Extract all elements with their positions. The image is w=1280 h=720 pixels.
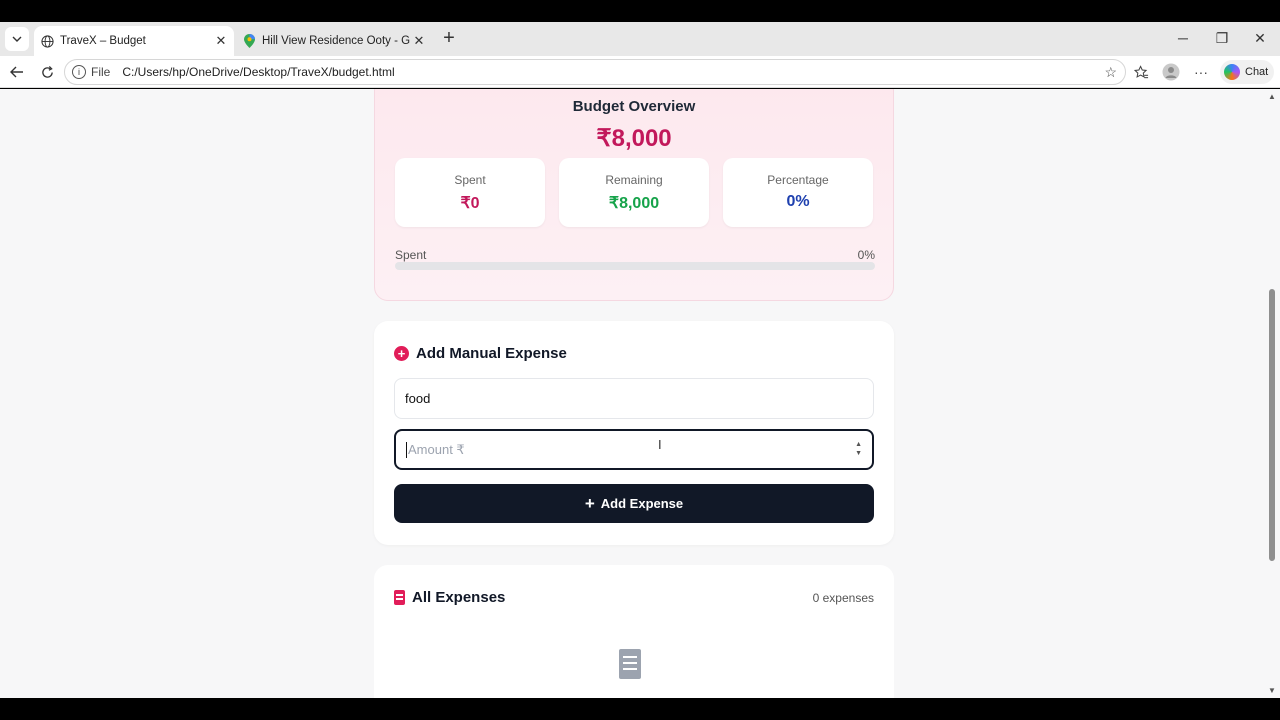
empty-receipt-icon bbox=[619, 649, 641, 679]
budget-overview-card: Budget Overview ₹8,000 Spent ₹0 Remainin… bbox=[374, 89, 894, 301]
progress-percent: 0% bbox=[857, 248, 875, 262]
new-tab-plus-icon[interactable]: + bbox=[438, 27, 460, 49]
amount-placeholder: Amount ₹ bbox=[406, 441, 465, 458]
progress-header: Spent 0% bbox=[395, 248, 875, 262]
add-expense-button-label: Add Expense bbox=[600, 496, 684, 511]
plus-icon: + bbox=[584, 493, 595, 513]
all-expenses-title: All Expenses bbox=[412, 589, 506, 606]
minimize-icon[interactable]: ─ bbox=[1172, 27, 1194, 49]
expense-name-value: food bbox=[405, 391, 431, 406]
number-spinner[interactable]: ▲ ▼ bbox=[855, 440, 862, 458]
page-scrollbar[interactable]: ▲ ▼ bbox=[1264, 89, 1280, 698]
overview-total: ₹8,000 bbox=[596, 125, 672, 152]
add-expense-button[interactable]: + Add Expense bbox=[394, 484, 874, 523]
favorites-icon[interactable] bbox=[1130, 61, 1152, 83]
all-expenses-card: All Expenses 0 expenses bbox=[374, 565, 894, 698]
stat-value: 0% bbox=[786, 193, 810, 210]
tab-travex-budget[interactable]: TraveX – Budget ✕ bbox=[34, 26, 234, 56]
add-expense-title: Add Manual Expense bbox=[416, 345, 567, 362]
copilot-icon bbox=[1224, 64, 1240, 80]
address-bar[interactable]: i File C:/Users/hp/OneDrive/Desktop/Trav… bbox=[64, 59, 1126, 85]
scroll-up-icon[interactable]: ▲ bbox=[1268, 92, 1276, 101]
expense-amount-input[interactable]: Amount ₹ I ▲ ▼ bbox=[394, 429, 874, 470]
star-icon[interactable]: ☆ bbox=[1104, 64, 1117, 81]
screen-top-bar bbox=[0, 0, 1280, 22]
chevron-down-icon bbox=[12, 36, 22, 42]
stat-percentage: Percentage 0% bbox=[723, 158, 873, 227]
stat-spent: Spent ₹0 bbox=[395, 158, 545, 227]
stat-label: Spent bbox=[454, 173, 486, 187]
budget-progress-bar bbox=[395, 262, 875, 270]
stat-value: ₹0 bbox=[460, 195, 480, 212]
close-tab-icon[interactable]: ✕ bbox=[212, 32, 230, 50]
profile-avatar-icon[interactable] bbox=[1160, 61, 1182, 83]
overview-title: Budget Overview bbox=[572, 98, 696, 115]
url-text: C:/Users/hp/OneDrive/Desktop/TraveX/budg… bbox=[122, 65, 395, 79]
tab-title: Hill View Residence Ooty - Google bbox=[262, 35, 410, 47]
copilot-chat-button[interactable]: Chat bbox=[1220, 60, 1274, 84]
add-expense-card: + Add Manual Expense food Amount ₹ I ▲ ▼ … bbox=[374, 321, 894, 545]
site-info-icon[interactable]: i bbox=[72, 65, 86, 79]
all-expenses-header: All Expenses bbox=[394, 589, 505, 606]
stat-label: Remaining bbox=[605, 173, 663, 187]
stat-value: ₹8,000 bbox=[608, 195, 660, 212]
globe-icon bbox=[40, 34, 54, 48]
progress-label: Spent bbox=[395, 248, 427, 262]
scroll-thumb[interactable] bbox=[1269, 289, 1275, 561]
receipt-icon bbox=[394, 590, 405, 605]
chat-label: Chat bbox=[1245, 66, 1269, 78]
more-menu-icon[interactable]: ··· bbox=[1190, 61, 1212, 83]
scheme-label: File bbox=[91, 65, 111, 79]
expense-name-input[interactable]: food bbox=[394, 378, 874, 419]
stat-label: Percentage bbox=[767, 173, 829, 187]
expense-count: 0 expenses bbox=[812, 591, 874, 605]
back-arrow-icon[interactable] bbox=[6, 61, 28, 83]
stat-remaining: Remaining ₹8,000 bbox=[559, 158, 709, 227]
screen-bottom-bar bbox=[0, 698, 1280, 720]
page-viewport: Budget Overview ₹8,000 Spent ₹0 Remainin… bbox=[0, 89, 1264, 698]
tab-title: TraveX – Budget bbox=[60, 35, 146, 47]
maps-pin-icon bbox=[242, 34, 256, 48]
scroll-down-icon[interactable]: ▼ bbox=[1268, 686, 1276, 695]
tab-search-button[interactable] bbox=[5, 27, 29, 51]
browser-toolbar: i File C:/Users/hp/OneDrive/Desktop/Trav… bbox=[0, 56, 1280, 88]
add-expense-header: + Add Manual Expense bbox=[394, 345, 567, 362]
text-cursor-icon: I bbox=[658, 437, 662, 452]
close-tab-icon[interactable]: ✕ bbox=[410, 32, 428, 50]
plus-circle-icon: + bbox=[394, 346, 409, 361]
tab-strip: TraveX – Budget ✕ Hill View Residence Oo… bbox=[0, 22, 1280, 56]
restore-icon[interactable]: ❐ bbox=[1211, 27, 1233, 49]
reload-icon[interactable] bbox=[36, 61, 58, 83]
close-window-icon[interactable]: ✕ bbox=[1249, 27, 1271, 49]
tab-hill-view[interactable]: Hill View Residence Ooty - Google ✕ bbox=[236, 26, 432, 56]
